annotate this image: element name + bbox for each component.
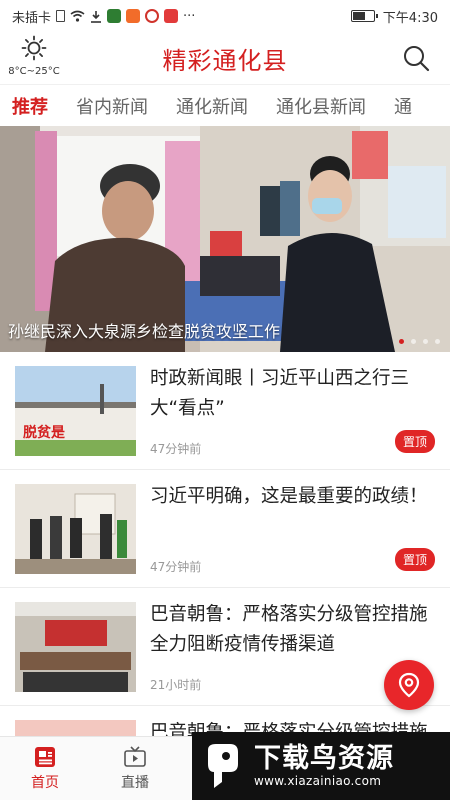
list-item[interactable]: 习近平明确，这是最重要的政绩！ 47分钟前 置顶: [0, 470, 450, 588]
app-notification-icon: [164, 9, 179, 23]
tab-tonghua-county-news[interactable]: 通化县新闻: [262, 93, 380, 119]
watermark-brand: 下载鸟资源: [254, 743, 394, 774]
carrier-text: 未插卡: [12, 10, 52, 26]
bird-logo: [208, 744, 238, 788]
sim-icon: [56, 10, 66, 22]
category-tabs: 推荐 省内新闻 通化新闻 通化县新闻 通: [0, 84, 450, 126]
nav-label: 直播: [121, 774, 149, 791]
news-thumbnail: [15, 720, 136, 736]
news-icon: [35, 746, 55, 767]
carousel-dot: [435, 339, 440, 344]
tab-partial[interactable]: 通: [380, 93, 426, 119]
carousel-dot: [411, 339, 416, 344]
news-time: 21小时前: [150, 678, 202, 692]
carousel-indicator: [399, 339, 440, 344]
tab-tonghua-news[interactable]: 通化新闻: [162, 93, 262, 119]
news-thumbnail: [15, 484, 136, 574]
news-title: 巴音朝鲁：严格落实分级管控措施 全力阻断疫情传播渠道: [150, 604, 428, 655]
app-header: 8°C~25°C 精彩通化县: [0, 32, 450, 84]
banner-caption: 孙继民深入大泉源乡检查脱贫攻坚工作: [8, 322, 281, 341]
location-button[interactable]: [384, 660, 434, 710]
watermark-url: www.xiazainiao.com: [254, 774, 382, 788]
temperature-range: 8°C~25°C: [8, 66, 60, 77]
live-video-icon: [124, 745, 146, 767]
news-title: 时政新闻眼丨习近平山西之行三大“看点”: [150, 368, 410, 419]
carousel-dot: [399, 339, 404, 344]
news-thumbnail: [15, 602, 136, 692]
tab-province-news[interactable]: 省内新闻: [62, 93, 162, 119]
pinned-badge: 置顶: [394, 548, 435, 571]
battery-icon: [350, 10, 378, 22]
app-notification-icon: [145, 9, 160, 23]
status-bar: 未插卡 ··· 下午4:30: [0, 0, 450, 32]
weather-widget[interactable]: 8°C~25°C: [6, 35, 62, 77]
clock: 下午4:30: [382, 10, 438, 26]
wifi-icon: [70, 10, 85, 22]
tab-recommended[interactable]: 推荐: [0, 93, 62, 119]
nav-label: 首页: [31, 774, 59, 791]
sun-icon: [21, 35, 47, 61]
list-item[interactable]: 巴音朝鲁：严格落实分级管控措施 全力阻断疫情传播渠道 21小时前: [0, 588, 450, 706]
thumbnail-slogan: 脱贫是: [23, 425, 65, 441]
nav-live[interactable]: 直播: [90, 737, 180, 800]
app-notification-icon: [126, 9, 141, 23]
page-title: 精彩通化县: [162, 46, 288, 75]
news-time: 47分钟前: [150, 560, 202, 574]
search-icon[interactable]: [402, 44, 430, 72]
more-notifications: ···: [183, 8, 196, 24]
nav-home[interactable]: 首页: [0, 737, 90, 800]
news-thumbnail: 脱贫是: [15, 366, 136, 456]
news-list: 脱贫是 时政新闻眼丨习近平山西之行三大“看点” 47分钟前 置顶 习近平明确，这…: [0, 352, 450, 736]
news-title: 习近平明确，这是最重要的政绩！: [150, 486, 428, 507]
download-icon: [91, 10, 102, 23]
site-watermark: 下载鸟资源 www.xiazainiao.com: [192, 732, 450, 800]
news-time: 47分钟前: [150, 442, 202, 456]
list-item[interactable]: 脱贫是 时政新闻眼丨习近平山西之行三大“看点” 47分钟前 置顶: [0, 352, 450, 470]
featured-banner[interactable]: 孙继民深入大泉源乡检查脱贫攻坚工作: [0, 126, 450, 352]
location-pin-icon: [398, 672, 420, 698]
pinned-badge: 置顶: [394, 430, 435, 453]
app-notification-icon: [107, 9, 122, 23]
carousel-dot: [423, 339, 428, 344]
